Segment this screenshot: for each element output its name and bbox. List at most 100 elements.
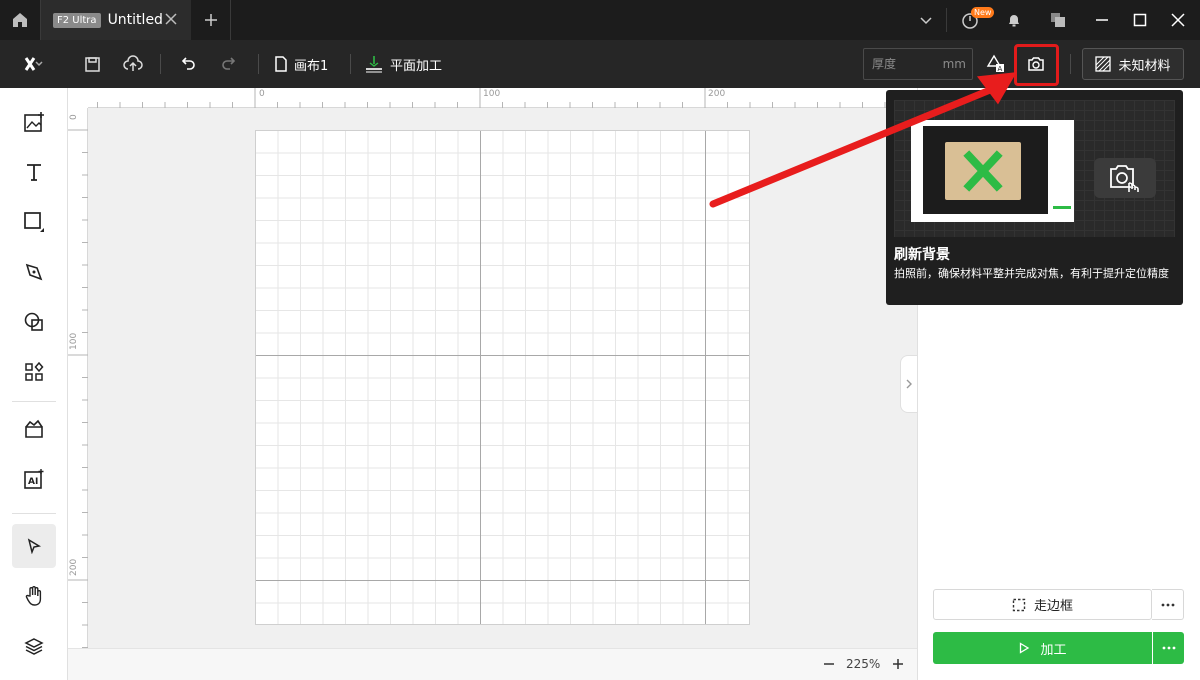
file-icon (275, 56, 287, 72)
frame-icon (1012, 598, 1026, 611)
divider (1070, 54, 1071, 74)
square-icon (24, 212, 44, 232)
redo-icon (222, 57, 236, 70)
layers-icon (24, 638, 44, 655)
material-button[interactable]: 未知材料 (1082, 48, 1184, 80)
mode-label: 平面加工 (390, 58, 443, 74)
zoom-out-icon[interactable] (822, 656, 836, 672)
save-button[interactable] (76, 40, 108, 88)
camera-button-illustration (1094, 158, 1156, 198)
apps-icon (25, 362, 44, 381)
svg-text:A: A (998, 65, 1003, 73)
monitor-screen (923, 126, 1048, 214)
title-bar: F2 Ultra Untitled New (0, 0, 1200, 40)
progress-indicator (1053, 206, 1071, 209)
chevron-down-icon (920, 17, 932, 25)
shape-tool-button[interactable] (12, 200, 56, 244)
wood-material-illustration (945, 142, 1021, 200)
minimize-button[interactable] (1082, 0, 1122, 40)
hand-icon (25, 586, 42, 606)
combine-tool-button[interactable] (12, 300, 56, 344)
ai-icon: AI (24, 469, 44, 489)
layers-button[interactable] (12, 624, 56, 668)
chevron-right-icon (906, 379, 912, 389)
home-button[interactable] (0, 0, 40, 40)
pen-tool-button[interactable] (12, 250, 56, 294)
undo-icon (181, 57, 195, 70)
tooltip-description: 拍照前，确保材料平整并完成对焦，有利于提升定位精度 (894, 267, 1169, 280)
process-label: 加工 (1040, 642, 1067, 658)
cursor-icon (27, 538, 42, 554)
material-hatch-icon (1095, 56, 1112, 72)
zoom-in-icon[interactable] (891, 656, 905, 672)
new-tab-button[interactable] (195, 0, 227, 40)
select-tool-button[interactable] (12, 524, 56, 568)
frame-more-button[interactable] (1152, 589, 1184, 620)
work-area-grid[interactable] (255, 130, 750, 625)
thickness-field: mm (863, 48, 973, 80)
more-icon (1161, 603, 1174, 606)
new-badge: New (971, 7, 995, 18)
tab-title: Untitled (107, 12, 163, 28)
app-menu-button[interactable] (8, 40, 60, 88)
ruler-label: 100 (69, 332, 79, 350)
undo-button[interactable] (171, 40, 203, 88)
panel-collapse-toggle[interactable] (900, 355, 917, 413)
elements-tool-button[interactable] (12, 350, 56, 394)
monitor-illustration (911, 120, 1074, 222)
text-tool-button[interactable] (12, 150, 56, 194)
thickness-unit: mm (942, 57, 966, 71)
more-icon (1162, 646, 1175, 650)
xtool-logo-icon (24, 57, 43, 71)
horizontal-ruler-ticks (97, 88, 908, 108)
frame-button[interactable]: 走边框 (933, 589, 1152, 620)
camera-refresh-icon (1110, 165, 1139, 192)
text-icon (27, 164, 41, 181)
cloud-upload-icon (123, 55, 143, 71)
ruler-label: 200 (69, 558, 79, 576)
pan-tool-button[interactable] (12, 574, 56, 618)
ruler-label: 0 (69, 114, 79, 120)
document-tab[interactable]: F2 Ultra Untitled (41, 0, 191, 40)
zoom-level: 225% (846, 657, 881, 671)
left-tool-sidebar: AI (0, 88, 68, 680)
processing-mode-selector[interactable]: 平面加工 (364, 40, 442, 88)
ruler-corner (68, 88, 88, 108)
sidebar-divider (12, 513, 56, 514)
camera-button-highlight (1014, 44, 1059, 86)
material-shapes-button[interactable]: A (980, 40, 1012, 88)
divider (350, 54, 351, 74)
thickness-input[interactable] (864, 49, 944, 79)
shapes-combine-icon (24, 312, 43, 331)
project-library-button[interactable] (12, 407, 56, 451)
dropdown-button[interactable] (906, 0, 946, 40)
window-switch-button[interactable] (1038, 0, 1078, 40)
process-more-button[interactable] (1153, 632, 1184, 664)
ruler-label: 200 (708, 89, 726, 99)
window-close-button[interactable] (1158, 0, 1198, 40)
canvas-label: 画布1 (294, 58, 329, 74)
sidebar-divider (12, 401, 56, 402)
redo-button[interactable] (214, 40, 246, 88)
close-icon[interactable] (163, 11, 179, 27)
cloud-upload-button[interactable] (117, 40, 149, 88)
divider (160, 54, 161, 74)
device-badge: F2 Ultra (53, 12, 101, 28)
process-button[interactable]: 加工 (933, 632, 1152, 664)
notifications-button[interactable] (994, 0, 1034, 40)
frame-label: 走边框 (1033, 599, 1073, 614)
save-icon (84, 56, 100, 72)
window-close-icon (1171, 13, 1185, 27)
image-tool-button[interactable] (12, 100, 56, 144)
play-icon (1020, 642, 1030, 654)
plus-icon (205, 14, 217, 26)
box-open-icon (25, 419, 43, 438)
vertical-ruler: 0 100 200 (68, 108, 88, 648)
maximize-button[interactable] (1120, 0, 1160, 40)
canvas-selector[interactable]: 画布1 (274, 40, 328, 88)
home-icon (13, 13, 27, 27)
zoom-bar (68, 648, 917, 680)
ai-tool-button[interactable]: AI (12, 457, 56, 501)
pen-icon (25, 263, 43, 281)
firmware-button[interactable] (950, 0, 990, 40)
